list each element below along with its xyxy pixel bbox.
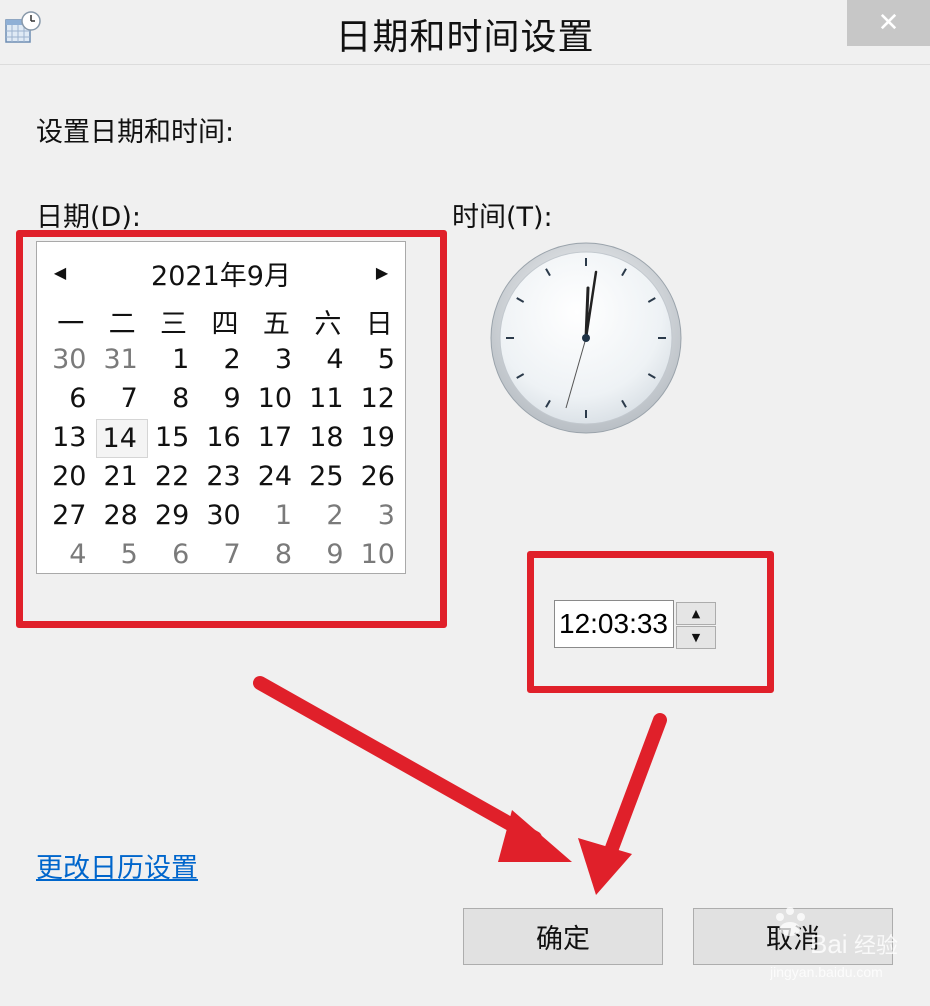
dialog-heading: 设置日期和时间: [36, 117, 235, 148]
arrow-right-head [578, 838, 632, 895]
window-title: 日期和时间设置 [335, 17, 595, 58]
analog-clock [490, 242, 682, 434]
cancel-button[interactable]: 取消 [693, 908, 893, 965]
arrow-left-head [498, 810, 572, 862]
title-bar: 日期和时间设置 ✕ [0, 0, 930, 65]
close-button[interactable]: ✕ [847, 0, 930, 46]
highlight-box-date [16, 230, 447, 628]
arrow-right-shaft [605, 713, 667, 855]
close-icon: ✕ [877, 8, 900, 38]
time-label: 时间(T): [452, 202, 553, 233]
highlight-box-time [527, 551, 774, 693]
svg-text:jingyan.baidu.com: jingyan.baidu.com [770, 964, 883, 980]
date-label: 日期(D): [36, 202, 141, 233]
change-calendar-settings-link[interactable]: 更改日历设置 [36, 846, 198, 885]
arrow-left-shaft [253, 676, 542, 845]
ok-button[interactable]: 确定 [463, 908, 663, 965]
